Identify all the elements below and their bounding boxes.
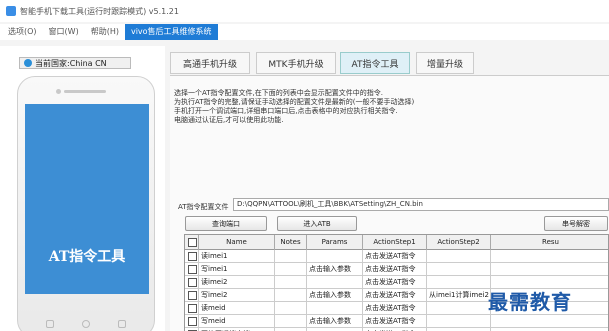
window-title: 智能手机下载工具(运行时跟踪模式) v5.1.21 (20, 6, 179, 16)
cell-action1[interactable]: 点击发送AT指令 (363, 276, 427, 289)
phone-panel: 当前国家:China CN AT指令工具 (0, 46, 165, 331)
cell-name: 读meid (199, 302, 275, 315)
menu-vivo-system[interactable]: vivo售后工具维修系统 (124, 24, 218, 40)
row-checkbox[interactable] (188, 291, 197, 300)
row-checkbox[interactable] (188, 265, 197, 274)
table-header: Name Notes Params ActionStep1 ActionStep… (185, 235, 608, 250)
title-bar: 智能手机下载工具(运行时跟踪模式) v5.1.21 (0, 0, 609, 22)
column-header-params[interactable]: Params (307, 235, 363, 250)
table-row[interactable]: 写meid 点击输入参数 点击发送AT指令 (185, 315, 608, 328)
cell-notes (275, 302, 307, 315)
cell-notes (275, 250, 307, 263)
enter-atb-button[interactable]: 进入ATB (277, 216, 357, 231)
column-header-name[interactable]: Name (199, 235, 275, 250)
menu-bar: 选项(O) 窗口(W) 帮助(H) vivo售后工具维修系统 (0, 24, 609, 40)
row-checkbox[interactable] (188, 278, 197, 287)
column-header-result[interactable]: Resu (491, 235, 608, 250)
camera-icon (56, 89, 61, 94)
row-select-cell (185, 276, 199, 289)
cell-notes (275, 289, 307, 302)
cell-action2 (427, 250, 491, 263)
cell-params[interactable]: 点击输入参数 (307, 289, 363, 302)
home-key-icon (82, 320, 90, 328)
column-header-action2[interactable]: ActionStep2 (427, 235, 491, 250)
query-port-button[interactable]: 查询端口 (185, 216, 267, 231)
cell-action2 (427, 315, 491, 328)
serial-decrypt-button[interactable]: 串号解密 (544, 216, 608, 231)
tab-incremental-upgrade[interactable]: 增量升级 (416, 52, 474, 74)
instructions: 选择一个AT指令配置文件,在下面的列表中会显示配置文件中的指令. 为执行AT指令… (174, 89, 604, 125)
row-select-cell (185, 263, 199, 276)
instruction-line: 手机打开一个调试端口,详细串口端口后,点击表格中的对应执行相关指令. (174, 107, 398, 115)
at-command-table: Name Notes Params ActionStep1 ActionStep… (184, 234, 609, 331)
tab-qualcomm-upgrade[interactable]: 高通手机升级 (170, 52, 250, 74)
table-row[interactable]: 读imei1 点击发送AT指令 (185, 250, 608, 263)
country-text: 当前国家:China CN (35, 58, 107, 68)
tab-mtk-upgrade[interactable]: MTK手机升级 (256, 52, 336, 74)
row-checkbox[interactable] (188, 317, 197, 326)
country-indicator: 当前国家:China CN (19, 57, 131, 69)
cell-params[interactable]: 点击输入参数 (307, 315, 363, 328)
row-select-cell (185, 302, 199, 315)
speaker-grille (64, 90, 106, 93)
cell-action1[interactable]: 点击发送AT指令 (363, 289, 427, 302)
config-file-path[interactable]: D:\QQPN\ATTOOL\刷机_工具\BBK\ATSetting\ZH_CN… (233, 198, 609, 211)
phone-screen: AT指令工具 (25, 104, 149, 294)
instruction-line: 电脑通过认证后,才可以使用此功能. (174, 116, 284, 124)
cell-notes (275, 263, 307, 276)
cell-action2 (427, 302, 491, 315)
row-select-cell (185, 250, 199, 263)
table-row[interactable]: 写imei1 点击输入参数 点击发送AT指令 (185, 263, 608, 276)
cell-name: 写imei2 (199, 289, 275, 302)
menu-window[interactable]: 窗口(W) (43, 24, 85, 40)
cell-params (307, 302, 363, 315)
select-all-column (185, 235, 199, 250)
cell-name: 读imei1 (199, 250, 275, 263)
globe-icon (24, 59, 32, 67)
menu-key-icon (46, 320, 54, 328)
row-checkbox[interactable] (188, 304, 197, 313)
column-header-action1[interactable]: ActionStep1 (363, 235, 427, 250)
watermark-logo: 最需教育 (488, 290, 572, 314)
tab-at-tool[interactable]: AT指令工具 (340, 52, 410, 74)
app-window: 智能手机下载工具(运行时跟踪模式) v5.1.21 选项(O) 窗口(W) 帮助… (0, 0, 609, 331)
cell-notes (275, 315, 307, 328)
row-select-cell (185, 315, 199, 328)
phone-illustration: AT指令工具 (17, 76, 155, 331)
cell-action2[interactable]: 从imei1计算imei2 (427, 289, 491, 302)
cell-action2 (427, 263, 491, 276)
menu-help[interactable]: 帮助(H) (85, 24, 125, 40)
app-icon (6, 6, 16, 16)
cell-result (491, 250, 608, 263)
instruction-line: 选择一个AT指令配置文件,在下面的列表中会显示配置文件中的指令. (174, 89, 383, 97)
select-all-checkbox[interactable] (188, 238, 197, 247)
cell-name: 写meid (199, 315, 275, 328)
row-select-cell (185, 289, 199, 302)
cell-result (491, 315, 608, 328)
cell-result (491, 263, 608, 276)
config-file-label: AT指令配置文件 (178, 203, 229, 211)
cell-params (307, 250, 363, 263)
cell-action1[interactable]: 点击发送AT指令 (363, 263, 427, 276)
cell-action2 (427, 276, 491, 289)
cell-action1[interactable]: 点击发送AT指令 (363, 302, 427, 315)
cell-notes (275, 276, 307, 289)
phone-screen-label: AT指令工具 (48, 249, 126, 265)
instruction-line: 为执行AT指令的完整,请保证手动选择的配置文件是最新的(一般不要手动选择) (174, 98, 415, 106)
cell-params (307, 276, 363, 289)
back-key-icon (118, 320, 126, 328)
cell-action1[interactable]: 点击发送AT指令 (363, 315, 427, 328)
row-checkbox[interactable] (188, 252, 197, 261)
cell-name: 写imei1 (199, 263, 275, 276)
cell-params[interactable]: 点击输入参数 (307, 263, 363, 276)
cell-action1[interactable]: 点击发送AT指令 (363, 250, 427, 263)
menu-options[interactable]: 选项(O) (2, 24, 43, 40)
cell-name: 读imei2 (199, 276, 275, 289)
column-header-notes[interactable]: Notes (275, 235, 307, 250)
